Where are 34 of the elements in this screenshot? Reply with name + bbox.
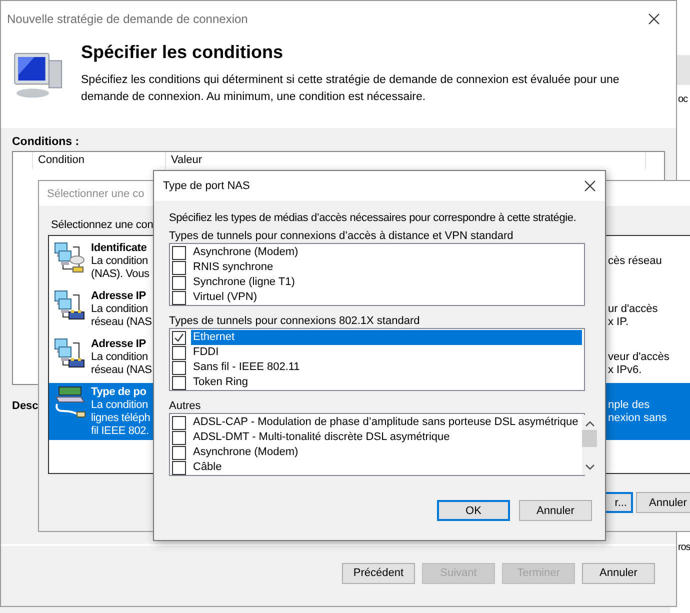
dialog-description: Spécifiez les types de médias d’accès nécessaires pour correspondre à cette stratégie. xyxy=(169,212,578,224)
condition-title: Type de po xyxy=(91,385,146,399)
condition-text: La condition xyxy=(91,351,148,364)
background-text: ros xyxy=(678,542,690,553)
condition-text: cès réseau xyxy=(608,255,662,268)
group-label: Types de tunnels pour connexions 802.1X standard xyxy=(169,315,421,327)
background-text: oc xyxy=(678,94,688,105)
condition-text: réseau (NAS xyxy=(91,364,152,377)
condition-text: La condition xyxy=(91,303,148,316)
window-title: Nouvelle stratégie de demande de connexion xyxy=(7,12,248,26)
group-label: Autres xyxy=(169,400,202,412)
condition-text: x IPv6. xyxy=(608,364,642,377)
condition-text: La condition xyxy=(91,255,148,268)
page-description: Spécifiez les conditions qui déterminent si cette stratégie de demande de connexion est évaluée pour une demande de connexion. Au minimum, une condition est nécessaire. xyxy=(81,73,620,105)
condition-text: veur d'accès xyxy=(608,351,670,364)
description-label: Desc xyxy=(12,400,38,412)
condition-text: La condition xyxy=(91,399,148,412)
condition-text: (NAS). Vous xyxy=(91,268,150,281)
group-label: Types de tunnels pour connexions d’accès à distance et VPN standard xyxy=(169,230,514,242)
condition-text: lignes téléph xyxy=(91,412,150,425)
condition-text: x IP. xyxy=(608,316,629,329)
condition-title: Adresse IP xyxy=(91,337,146,351)
condition-title: Adresse IP xyxy=(91,289,146,303)
page-heading: Spécifier les conditions xyxy=(81,42,284,63)
condition-text: ur d'accès xyxy=(608,303,658,316)
conditions-label: Conditions : xyxy=(12,136,80,148)
condition-title: Identificate xyxy=(91,241,147,255)
condition-text: réseau (NAS xyxy=(91,316,152,329)
condition-text: nexion sans xyxy=(608,412,667,425)
condition-text: fil IEEE 802. xyxy=(91,425,149,438)
prompt-text: Sélectionnez une con xyxy=(51,219,154,231)
window-title: Sélectionner une co xyxy=(47,188,144,200)
dialog-title: Type de port NAS xyxy=(163,180,250,192)
condition-text: nple des xyxy=(608,399,650,412)
